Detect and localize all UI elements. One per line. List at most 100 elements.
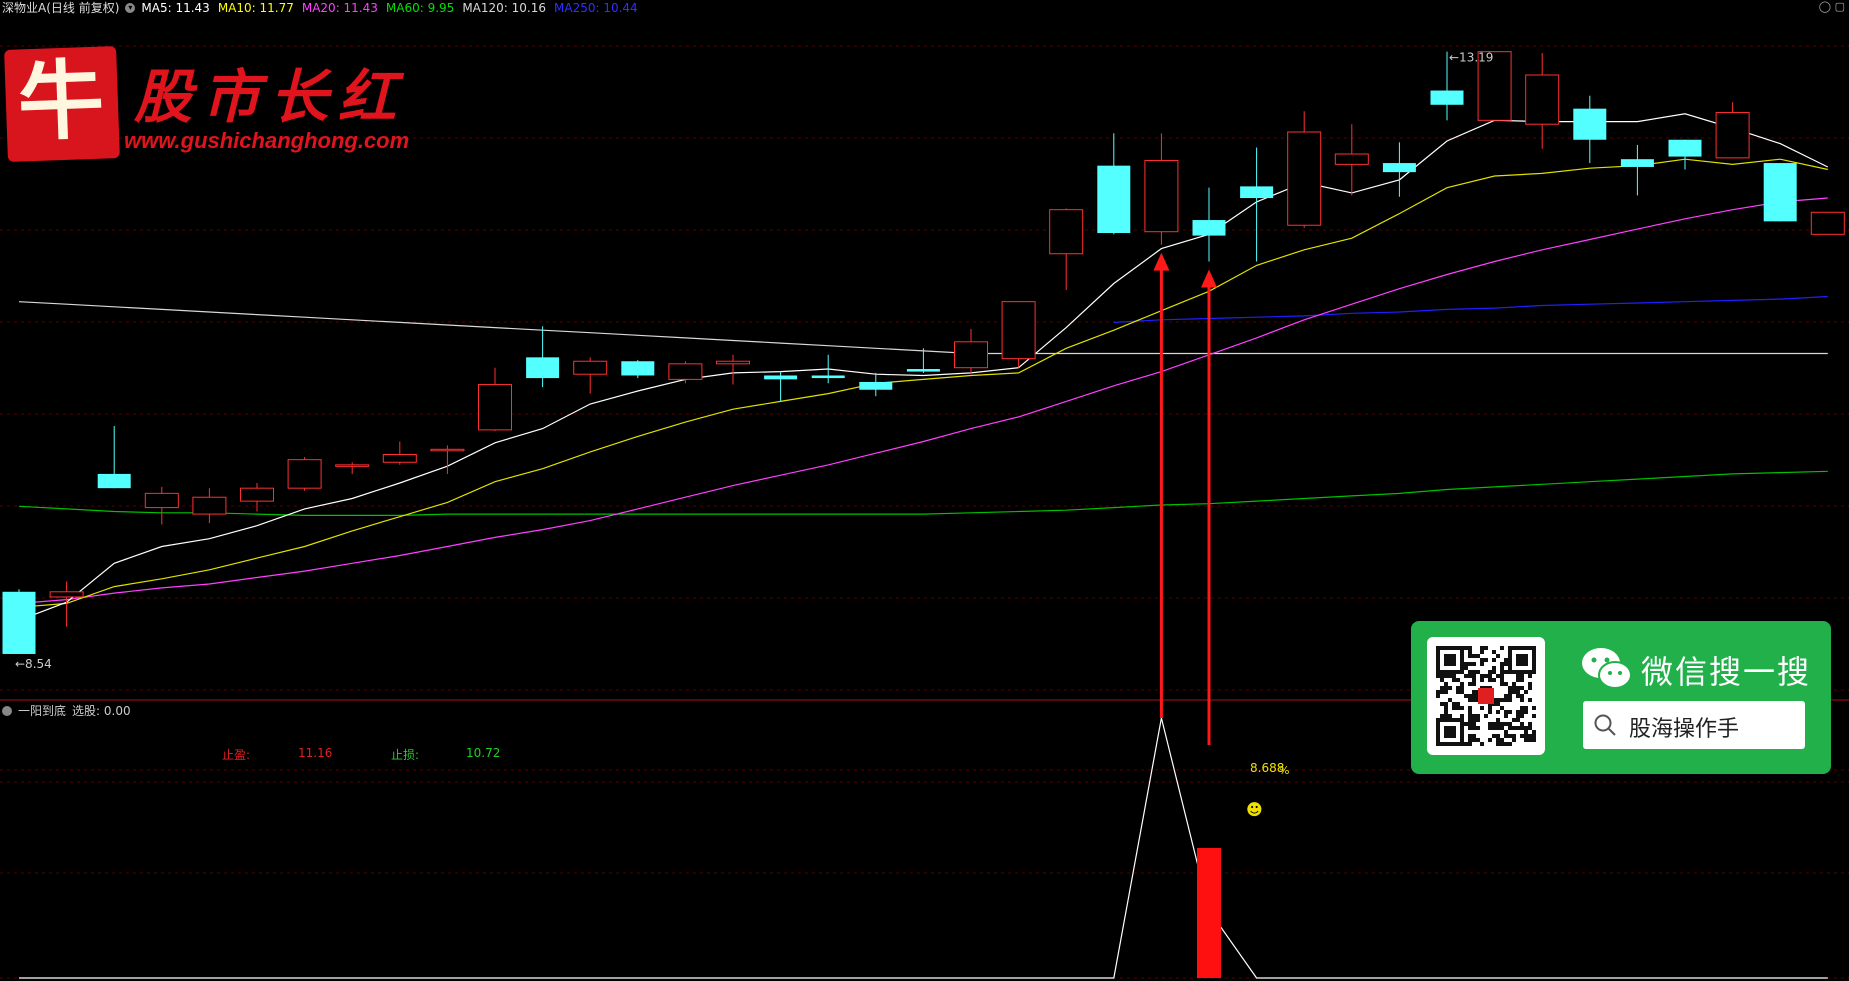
qr-module — [1472, 722, 1476, 726]
qr-module — [1500, 738, 1504, 742]
qr-module — [1460, 682, 1464, 686]
qr-module — [1436, 690, 1440, 694]
qr-module — [1488, 670, 1492, 674]
qr-module — [1452, 702, 1456, 706]
qr-module — [1492, 666, 1496, 670]
qr-module — [1448, 714, 1452, 718]
qr-module — [1468, 742, 1472, 746]
qr-module — [1476, 714, 1480, 718]
qr-module — [1492, 722, 1496, 726]
logo-name: 股市长红 — [134, 63, 407, 131]
qr-module — [1532, 734, 1536, 738]
qr-module — [1504, 682, 1508, 686]
qr-module — [1520, 686, 1524, 690]
qr-module — [1440, 690, 1444, 694]
qr-module — [1512, 718, 1516, 722]
qr-module — [1468, 738, 1472, 742]
qr-module — [1520, 726, 1524, 730]
qr-module — [1492, 650, 1496, 654]
qr-module — [1468, 694, 1472, 698]
qr-module — [1504, 722, 1508, 726]
qr-module — [1496, 710, 1500, 714]
qr-module — [1516, 726, 1520, 730]
site-logo: 牛 股市长红 www.gushichanghong.com — [4, 46, 426, 164]
candle-body — [1620, 159, 1654, 167]
ma20-line — [18, 197, 1828, 604]
candle-body — [97, 473, 131, 489]
qr-module — [1504, 730, 1508, 734]
qr-module — [1472, 738, 1476, 742]
qr-finder — [1516, 654, 1528, 666]
indicator-collapse-icon[interactable] — [2, 705, 12, 716]
qr-module — [1456, 686, 1460, 690]
qr-module — [1512, 738, 1516, 742]
qr-module — [1516, 678, 1520, 682]
stop-gain-label: 止盈: — [222, 748, 251, 762]
qr-module — [1472, 726, 1476, 730]
qr-module — [1468, 682, 1472, 686]
percent-sign: % — [1279, 764, 1290, 777]
qr-module — [1480, 646, 1484, 650]
qr-module — [1524, 706, 1528, 710]
qr-module — [1480, 706, 1484, 710]
candle-body — [1049, 209, 1084, 255]
qr-module — [1444, 686, 1448, 690]
qr-module — [1440, 714, 1444, 718]
candle-body — [1287, 131, 1322, 226]
qr-module — [1472, 698, 1476, 702]
qr-module — [1496, 734, 1500, 738]
qr-module — [1472, 714, 1476, 718]
qr-module — [1512, 690, 1516, 694]
qr-module — [1496, 722, 1500, 726]
signal-arrow-head — [1153, 252, 1170, 271]
qr-module — [1444, 714, 1448, 718]
qr-module — [1480, 674, 1484, 678]
qr-module — [1448, 686, 1452, 690]
qr-module — [1484, 714, 1488, 718]
qr-code — [1427, 637, 1545, 755]
qr-module — [1492, 658, 1496, 662]
qr-module — [1444, 690, 1448, 694]
candle-body — [1240, 186, 1274, 199]
qr-module — [1492, 726, 1496, 730]
candle-body — [382, 453, 417, 463]
qr-module — [1524, 690, 1528, 694]
qr-module — [1472, 662, 1476, 666]
qr-module — [1508, 686, 1512, 690]
qr-module — [1500, 646, 1504, 650]
candle-body — [621, 361, 655, 376]
qr-module — [1456, 678, 1460, 682]
qr-module — [1504, 698, 1508, 702]
candle-body — [478, 384, 512, 431]
qr-module — [1524, 734, 1528, 738]
qr-module — [1516, 690, 1520, 694]
max-price-label: ←13.19 — [1449, 51, 1493, 65]
qr-module — [1528, 682, 1532, 686]
qr-module — [1472, 674, 1476, 678]
qr-module — [1440, 678, 1444, 682]
wechat-search-box[interactable]: 股海操作手 — [1583, 701, 1805, 749]
candle-body — [954, 341, 988, 369]
qr-module — [1524, 730, 1528, 734]
qr-module — [1480, 662, 1484, 666]
qr-module — [1476, 654, 1480, 658]
qr-module — [1500, 678, 1504, 682]
wechat-icon — [1582, 648, 1632, 689]
candle-body — [1525, 74, 1560, 125]
qr-module — [1468, 726, 1472, 730]
indicator-header: 一阳到底 选股: 0.00 — [2, 702, 131, 719]
qr-module — [1504, 734, 1508, 738]
signal-bar — [1197, 848, 1221, 978]
qr-module — [1472, 670, 1476, 674]
qr-module — [1500, 698, 1504, 702]
qr-module — [1480, 658, 1484, 662]
candle-body — [192, 496, 227, 515]
qr-module — [1484, 646, 1488, 650]
candle-body — [1668, 139, 1702, 157]
indicator-title: 一阳到底 — [18, 704, 67, 718]
qr-module — [1520, 698, 1524, 702]
qr-module — [1520, 674, 1524, 678]
qr-module — [1488, 710, 1492, 714]
qr-module — [1444, 674, 1448, 678]
qr-module — [1504, 710, 1508, 714]
